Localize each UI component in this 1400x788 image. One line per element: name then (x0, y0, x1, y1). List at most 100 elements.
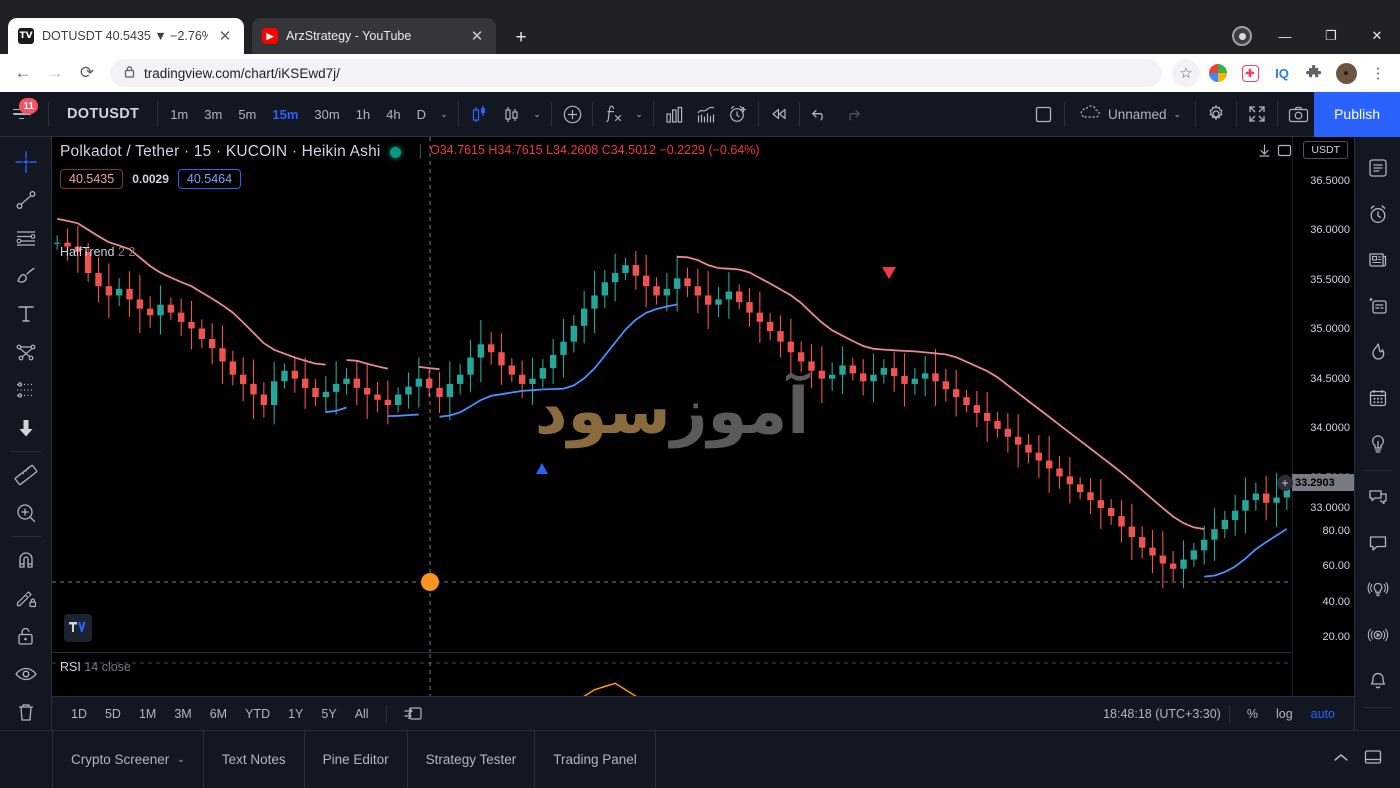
add-indicator-icon[interactable] (556, 98, 588, 130)
fullscreen-icon[interactable] (1241, 98, 1273, 130)
price-axis[interactable]: USDT 36.5000 36.0000 35.5000 35.0000 34.… (1277, 137, 1354, 737)
timeframe-5m[interactable]: 5m (230, 99, 264, 129)
main-menu-button[interactable]: 11 (0, 92, 44, 136)
layout-name-button[interactable]: Unnamed ⌄ (1069, 99, 1191, 129)
indicator-templates-icon[interactable] (690, 98, 722, 130)
zoom-in-icon[interactable] (5, 494, 47, 532)
timeframe-1m[interactable]: 1m (162, 99, 196, 129)
range-all[interactable]: All (346, 702, 378, 726)
indicators-fx-icon[interactable] (597, 98, 629, 130)
chevron-down-icon[interactable]: ⌄ (434, 98, 454, 130)
browser-profile-icon[interactable] (1232, 26, 1252, 46)
financials-bar-icon[interactable] (658, 98, 690, 130)
scale-auto-button[interactable]: auto (1302, 707, 1344, 721)
calendar-icon[interactable] (1358, 375, 1398, 421)
prediction-tool-icon[interactable] (5, 371, 47, 409)
pattern-tool-icon[interactable] (5, 333, 47, 371)
broadcast-stream-icon[interactable] (1358, 612, 1398, 658)
layout-select-icon[interactable] (1028, 98, 1060, 130)
settings-gear-icon[interactable] (1200, 98, 1232, 130)
iq-extension-icon[interactable]: IQ (1268, 59, 1296, 87)
remove-drawings-trash-icon[interactable] (5, 693, 47, 731)
redo-icon[interactable] (836, 98, 868, 130)
tab-strategy-tester[interactable]: Strategy Tester (408, 730, 536, 788)
range-1y[interactable]: 1Y (279, 702, 312, 726)
pane-collapse-icon[interactable] (1257, 143, 1272, 163)
range-6m[interactable]: 6M (201, 702, 236, 726)
rsi-indicator-label[interactable]: RSI 14 close (60, 660, 131, 674)
ideas-stream-icon[interactable] (1358, 566, 1398, 612)
timeframe-3m[interactable]: 3m (196, 99, 230, 129)
chrome-menu-icon[interactable]: ⋮ (1364, 59, 1392, 87)
private-chat-icon[interactable] (1358, 520, 1398, 566)
fib-retracement-icon[interactable] (5, 219, 47, 257)
chart-canvas-area[interactable]: آموزسود Polkadot / Tether · 15 · KUCOIN … (52, 137, 1354, 788)
window-close-button[interactable]: ✕ (1354, 18, 1400, 54)
range-1d[interactable]: 1D (62, 702, 96, 726)
tab-text-notes[interactable]: Text Notes (204, 730, 305, 788)
public-chats-icon[interactable] (1358, 474, 1398, 520)
alerts-alarm-icon[interactable] (1358, 191, 1398, 237)
price-pane[interactable]: آموزسود Polkadot / Tether · 15 · KUCOIN … (52, 137, 1292, 652)
tradingview-logo[interactable] (64, 614, 92, 642)
close-icon[interactable]: ✕ (216, 27, 234, 45)
notifications-bell-icon[interactable] (1358, 658, 1398, 704)
maximize-button[interactable]: ❐ (1308, 18, 1354, 54)
add-alert-plus-icon[interactable]: + (1277, 475, 1293, 491)
chevron-down-icon[interactable]: ⌄ (177, 754, 185, 765)
tab-crypto-screener[interactable]: Crypto Screener ⌄ (52, 730, 204, 788)
address-bar[interactable]: tradingview.com/chart/iKSEwd7j/ (110, 59, 1162, 87)
panel-layout-icon[interactable] (1364, 749, 1382, 770)
trend-line-icon[interactable] (5, 181, 47, 219)
chevron-down-icon[interactable]: ⌄ (629, 98, 649, 130)
drawing-mode-lock-icon[interactable] (5, 579, 47, 617)
publish-button[interactable]: Publish (1314, 91, 1400, 137)
chevron-down-icon[interactable]: ⌄ (527, 98, 547, 130)
alert-clock-icon[interactable] (722, 98, 754, 130)
tab-trading-panel[interactable]: Trading Panel (535, 730, 656, 788)
tab-pine-editor[interactable]: Pine Editor (305, 730, 408, 788)
timeframe-15m[interactable]: 15m (264, 99, 306, 129)
range-1m[interactable]: 1M (130, 702, 165, 726)
profile-avatar[interactable]: ● (1332, 59, 1360, 87)
goto-date-icon[interactable] (395, 702, 432, 726)
timeframe-1h[interactable]: 1h (348, 99, 378, 129)
puzzle-icon[interactable] (1300, 59, 1328, 87)
bar-chart-type-icon[interactable] (495, 98, 527, 130)
medical-extension-icon[interactable]: ✚ (1236, 59, 1264, 87)
range-5d[interactable]: 5D (96, 702, 130, 726)
data-window-icon[interactable] (1358, 283, 1398, 329)
halftrend-indicator-label[interactable]: HalfTrend 2 2 (60, 245, 135, 259)
timeframe-30m[interactable]: 30m (306, 99, 347, 129)
crosshair-icon[interactable] (5, 143, 47, 181)
magnet-icon[interactable] (5, 541, 47, 579)
reload-icon[interactable]: ⟳ (72, 58, 102, 88)
pane-divider[interactable] (52, 652, 1292, 653)
brush-icon[interactable] (5, 257, 47, 295)
range-5y[interactable]: 5Y (312, 702, 345, 726)
hotlist-flame-icon[interactable] (1358, 329, 1398, 375)
snapshot-camera-icon[interactable] (1282, 98, 1314, 130)
ideas-bulb-icon[interactable] (1358, 421, 1398, 467)
timeframe-daily[interactable]: D (409, 99, 434, 129)
panel-expand-icon[interactable] (1332, 751, 1350, 769)
arrow-down-tool-icon[interactable] (5, 409, 47, 447)
measure-ruler-icon[interactable] (5, 456, 47, 494)
bookmark-star-icon[interactable]: ☆ (1172, 59, 1200, 87)
undo-icon[interactable] (804, 98, 836, 130)
browser-tab-tradingview[interactable]: TV DOTUSDT 40.5435 ▼ −2.76% Un ✕ (8, 18, 244, 54)
hide-drawings-eye-icon[interactable] (5, 655, 47, 693)
lock-drawings-icon[interactable] (5, 617, 47, 655)
watchlist-icon[interactable] (1358, 145, 1398, 191)
timeframe-4h[interactable]: 4h (378, 99, 408, 129)
chart-clock[interactable]: 18:48:18 (UTC+3:30) (1103, 707, 1221, 721)
forward-icon[interactable]: → (40, 58, 70, 88)
symbol-search-button[interactable]: DOTUSDT (53, 99, 153, 129)
pane-maximize-icon[interactable] (1277, 143, 1292, 163)
back-icon[interactable]: ← (8, 58, 38, 88)
text-tool-icon[interactable] (5, 295, 47, 333)
range-3m[interactable]: 3M (165, 702, 200, 726)
globe-extension-icon[interactable] (1204, 59, 1232, 87)
scale-percent-button[interactable]: % (1238, 707, 1267, 721)
close-icon[interactable]: ✕ (468, 27, 486, 45)
